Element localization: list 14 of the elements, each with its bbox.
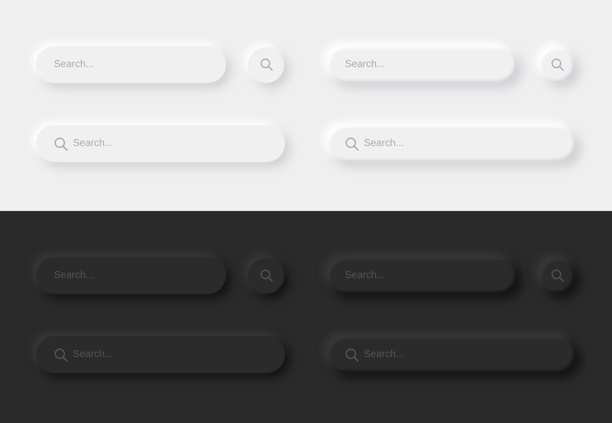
search-icon: [345, 348, 359, 362]
search-icon: [54, 136, 68, 150]
search-icon: [54, 348, 68, 362]
search-icon: [260, 58, 272, 71]
search-icon: [345, 136, 359, 150]
search-button[interactable]: [248, 46, 284, 82]
search-field[interactable]: Search...: [73, 138, 267, 149]
search-field[interactable]: Search...: [327, 46, 517, 83]
search-button[interactable]: [248, 258, 284, 294]
search-field[interactable]: Search...: [36, 46, 226, 83]
search-icon: [260, 269, 272, 282]
search-icon: [550, 269, 564, 282]
search-field[interactable]: Search...: [364, 138, 558, 149]
search-icon: [550, 58, 564, 71]
